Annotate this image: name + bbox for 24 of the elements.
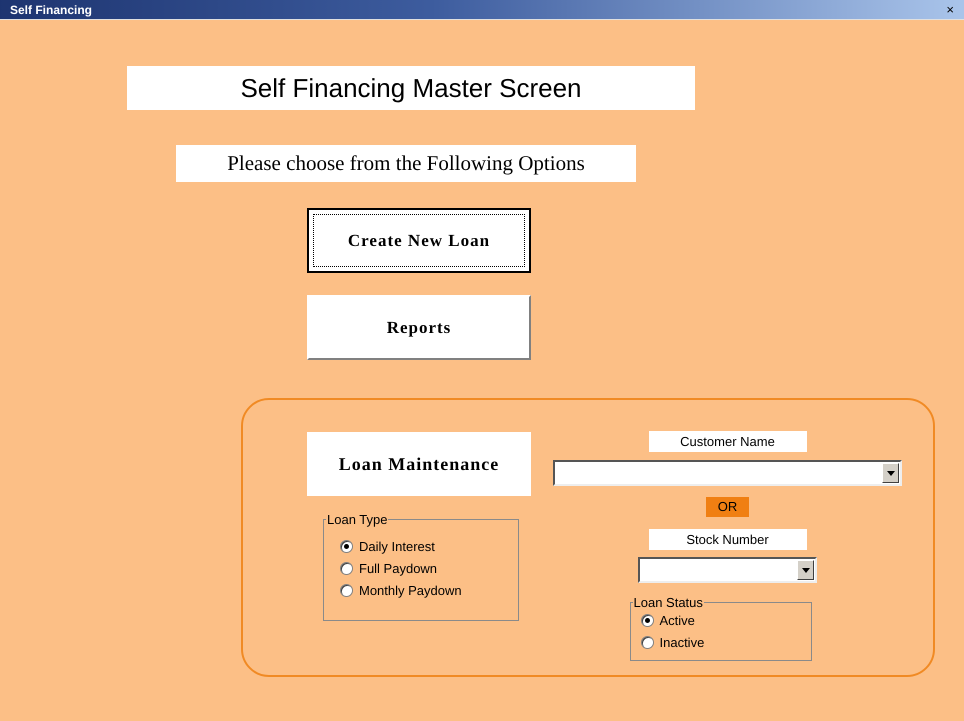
or-label: OR xyxy=(706,497,749,517)
field-label: Customer Name xyxy=(648,431,806,452)
window-title: Self Financing xyxy=(10,2,92,18)
radio-option[interactable]: Daily Interest xyxy=(340,536,502,558)
field-label: Stock Number xyxy=(648,529,806,550)
group-label: Loan Status xyxy=(632,594,704,612)
group-label: Loan Type xyxy=(326,511,388,529)
radio-button[interactable] xyxy=(340,584,353,597)
radio-button[interactable] xyxy=(340,562,353,575)
close-button[interactable]: × xyxy=(946,3,954,16)
radio-option[interactable]: Inactive xyxy=(640,632,800,654)
instructions-label: Please choose from the Following Options xyxy=(176,145,636,182)
radio-button[interactable] xyxy=(640,636,654,649)
radio-option[interactable]: Active xyxy=(640,610,800,632)
dropdown-field[interactable] xyxy=(638,557,817,583)
dropdown-field[interactable] xyxy=(553,460,902,486)
radio-button[interactable] xyxy=(340,540,353,553)
option-button[interactable]: Reports xyxy=(307,295,531,360)
radio-option[interactable]: Monthly Paydown xyxy=(340,580,502,602)
section-title: Loan Maintenance xyxy=(307,432,531,496)
radio-button[interactable] xyxy=(640,614,654,627)
screen-title: Self Financing Master Screen xyxy=(127,66,695,110)
option-button[interactable]: Create New Loan xyxy=(307,208,531,273)
radio-option[interactable]: Full Paydown xyxy=(340,558,502,580)
